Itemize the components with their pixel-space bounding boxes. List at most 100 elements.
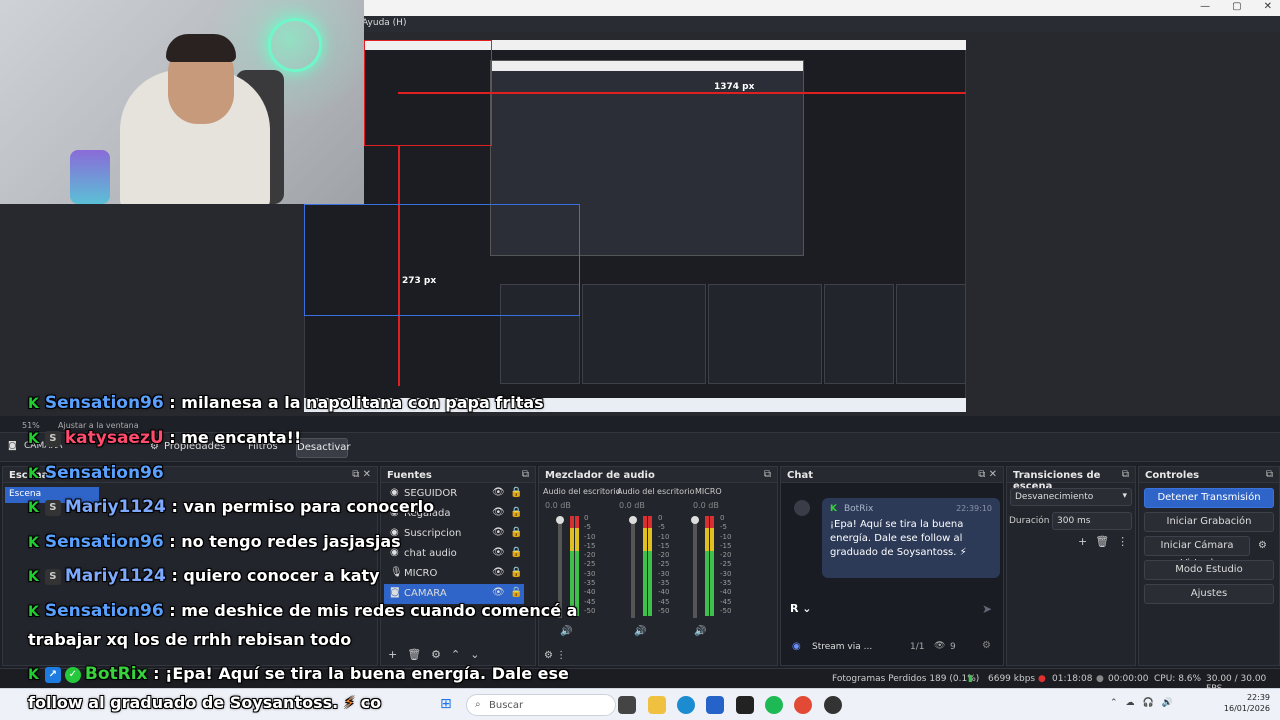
task-view-icon[interactable] (618, 696, 636, 714)
sub-badge-icon: S (44, 430, 61, 447)
message-time: 22:39:10 (956, 504, 992, 513)
undock-icon[interactable]: ⧉ (764, 469, 771, 480)
channel-db: 0.0 dB (619, 501, 645, 510)
eye-icon[interactable]: 👁 (492, 487, 505, 498)
source-item-suscripcion[interactable]: ◉ Suscripcion 👁 🔒 (384, 524, 524, 544)
lock-icon[interactable]: 🔒 (510, 587, 522, 598)
source-item-micro[interactable]: 🎙 MICRO 👁 🔒 (384, 564, 524, 584)
overlay-text: : me encanta!! (169, 428, 302, 447)
lock-icon[interactable]: 🔒 (510, 507, 522, 518)
menu-help[interactable]: Ayuda (H) (362, 18, 406, 28)
screen-root: — ▢ ✕ Ayuda (H) 1374 px 273 px 51% Ajust… (0, 0, 1280, 720)
mixer-title: Mezclador de audio (545, 470, 655, 481)
duration-input[interactable]: 300 ms (1052, 512, 1132, 530)
mixer-settings-icon[interactable]: ⚙ ⋮ (544, 650, 566, 661)
settings-button[interactable]: Ajustes (1144, 584, 1274, 604)
undock-icon[interactable]: ⧉ (522, 469, 529, 480)
nested-controls-panel (896, 284, 966, 384)
lock-icon[interactable]: 🔒 (510, 487, 522, 498)
eye-icon[interactable]: 👁 (492, 547, 505, 558)
verified-badge-icon: ✓ (64, 666, 81, 683)
windows-start-icon[interactable]: ⊞ (440, 696, 452, 712)
speaker-icon[interactable]: 🔊 (560, 626, 572, 637)
chrome-icon[interactable] (794, 696, 812, 714)
chat-close-icon[interactable]: ⧉ ✕ (978, 469, 997, 480)
overlay-user: katysaezU (64, 428, 164, 448)
app-y-icon[interactable] (736, 696, 754, 714)
overlay-message-continuation: follow al graduado de Soysantoss. ⚡ co (28, 693, 381, 712)
bot-name: BotRix (844, 504, 874, 514)
speaker-icon[interactable]: 🔊 (694, 626, 706, 637)
channel-label-desktop-1: Audio del escritorio (543, 487, 621, 496)
store-icon[interactable] (706, 696, 724, 714)
level-meter (710, 516, 714, 616)
source-item-chat-audio[interactable]: ◉ chat audio 👁 🔒 (384, 544, 524, 564)
system-tray-icons[interactable]: ⌃☁🎧🔊 (1110, 698, 1181, 708)
source-label: chat audio (404, 548, 457, 559)
streamer-hair (166, 34, 236, 62)
minimize-button[interactable]: — (1200, 1, 1210, 12)
chat-header: Chat ⧉ ✕ (781, 467, 1003, 483)
fader-knob[interactable] (691, 516, 699, 524)
overlay-user: Sensation96 (44, 393, 164, 413)
channel-label-micro: MICRO (695, 487, 722, 496)
source-label: Suscripcion (404, 528, 462, 539)
undock-icon[interactable]: ⧉ (1122, 469, 1129, 480)
lock-icon[interactable]: 🔒 (510, 527, 522, 538)
overlay-user: BotRix (84, 664, 148, 684)
fader-micro[interactable] (693, 518, 697, 618)
db-scale: 0 -5 -10 -15 -20 -25 -30 -35 -40 -45 -50 (720, 514, 732, 615)
bot-avatar (794, 500, 810, 516)
channel-label-desktop-2: Audio del escritorio (617, 487, 695, 496)
px-measure-top: 1374 px (714, 82, 755, 92)
start-recording-button[interactable]: Iniciar Grabación (1144, 512, 1274, 532)
lock-icon[interactable]: 🔒 (510, 547, 522, 558)
overlay-text: follow al graduado de Soysantoss. (28, 693, 339, 712)
eye-icon[interactable]: 👁 (492, 567, 505, 578)
overlay-text: : me deshice de mis redes cuando comencé… (169, 601, 578, 620)
maximize-button[interactable]: ▢ (1232, 1, 1241, 12)
eye-icon[interactable]: 👁 (492, 507, 505, 518)
chat-settings-icon[interactable]: ⚙ (982, 640, 991, 651)
kick-icon: K (28, 431, 39, 447)
sources-footer-buttons[interactable]: +🗑⚙⌃⌄ (388, 648, 489, 661)
webcam-feed (0, 0, 364, 204)
virtual-camera-button[interactable]: Iniciar Cámara Virtual (1144, 536, 1250, 569)
taskbar-clock[interactable]: 22:39 16/01/2026 (1224, 692, 1270, 714)
lightning-icon: ⚡ (343, 693, 356, 712)
virtual-camera-settings-icon[interactable]: ⚙ (1258, 540, 1267, 551)
overlay-message: K Sensation96 : me deshice de mis redes c… (28, 601, 577, 621)
stream-icon: ◉ (792, 641, 801, 652)
speaker-icon[interactable]: 🔊 (634, 626, 646, 637)
studio-mode-button[interactable]: Modo Estudio (1144, 560, 1274, 580)
overlay-user: Sensation96 (44, 532, 164, 552)
close-button[interactable]: ✕ (1264, 1, 1272, 12)
bot-badge-icon: ↗ (44, 666, 61, 683)
eye-icon[interactable]: 👁 (492, 527, 505, 538)
channel-db: 0.0 dB (693, 501, 719, 510)
obs-icon[interactable] (824, 696, 842, 714)
fader-knob[interactable] (556, 516, 564, 524)
file-explorer-icon[interactable] (648, 696, 666, 714)
close-icon[interactable]: ⧉ ✕ (352, 469, 371, 480)
nested-mixer-panel (582, 284, 706, 384)
eye-icon[interactable]: 👁 (492, 587, 505, 598)
send-icon[interactable]: ➤ (982, 602, 992, 616)
user-avatar-icon[interactable]: R ⌄ (790, 602, 812, 615)
live-time: 01:18:08 (1052, 674, 1093, 684)
spotify-icon[interactable] (765, 696, 783, 714)
deactivate-button[interactable]: Desactivar (296, 438, 351, 458)
undock-icon[interactable]: ⧉ (1266, 469, 1273, 480)
edge-icon[interactable] (677, 696, 695, 714)
db-scale: 0 -5 -10 -15 -20 -25 -30 -35 -40 -45 -50 (658, 514, 670, 615)
transition-buttons[interactable]: +🗑⋮ (1078, 535, 1136, 548)
transition-select[interactable]: Desvanecimiento ▾ (1010, 488, 1132, 506)
taskbar-search[interactable]: ⌕ Buscar (466, 694, 616, 716)
stop-stream-button[interactable]: Detener Transmisión (1144, 488, 1274, 508)
fader-knob[interactable] (629, 516, 637, 524)
lock-icon[interactable]: 🔒 (510, 567, 522, 578)
transitions-header: Transiciones de escena ⧉ (1007, 467, 1135, 492)
fader-desktop-2[interactable] (631, 518, 635, 618)
live-dot-icon: ● (1038, 674, 1046, 684)
overlay-user: Sensation96 (44, 601, 164, 621)
